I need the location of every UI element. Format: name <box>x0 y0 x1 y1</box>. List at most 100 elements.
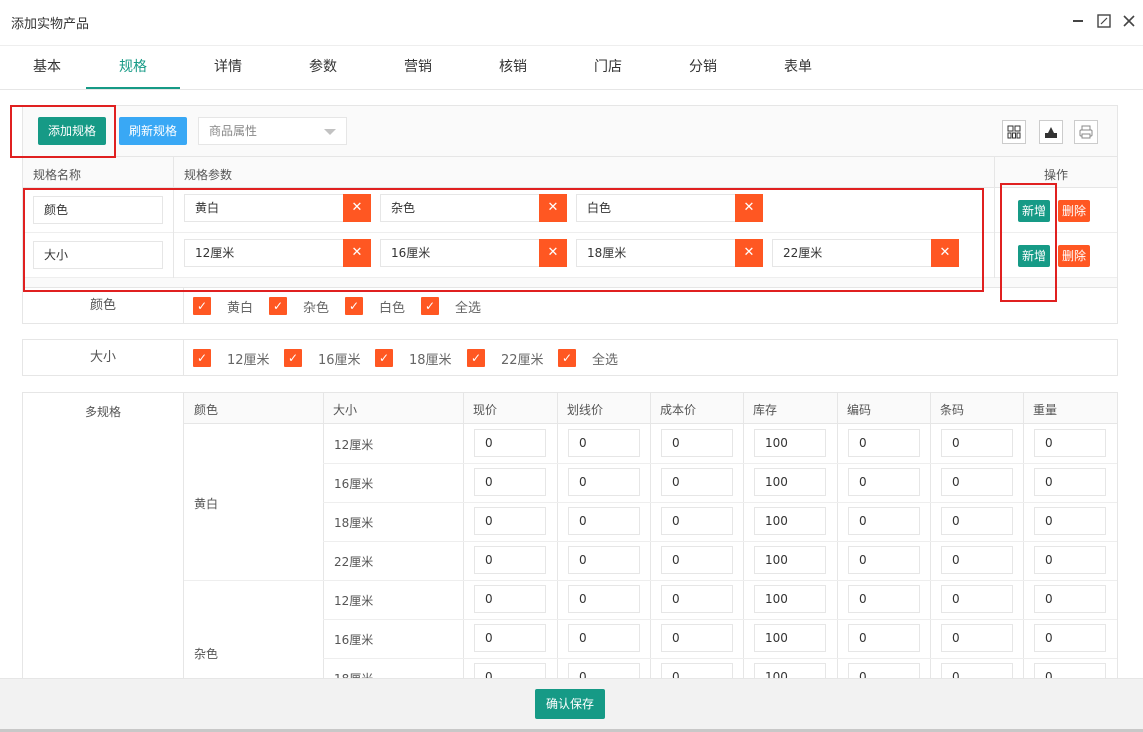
price-input[interactable]: 0 <box>941 507 1013 535</box>
close-icon[interactable] <box>1120 12 1138 30</box>
price-input[interactable]: 0 <box>941 663 1013 678</box>
checkbox-option[interactable]: ✓ 全选 <box>421 297 481 316</box>
price-input[interactable]: 0 <box>941 624 1013 652</box>
remove-param-icon[interactable]: ✕ <box>343 239 371 267</box>
spec-name-input[interactable]: 大小 <box>33 241 163 269</box>
price-input[interactable]: 0 <box>848 546 920 574</box>
minimize-icon[interactable] <box>1069 12 1087 30</box>
price-input[interactable]: 100 <box>754 663 826 678</box>
price-input[interactable]: 0 <box>1034 585 1106 613</box>
price-input[interactable]: 0 <box>568 585 640 613</box>
price-input[interactable]: 100 <box>754 546 826 574</box>
spec-table: 规格名称 规格参数 操作 颜色 新增 删除 黄白 ✕ 杂色 ✕ 白色 ✕ 大小 新增 删除… <box>23 156 1117 278</box>
spec-param-input[interactable]: 22厘米 ✕ <box>772 239 959 267</box>
price-input[interactable]: 0 <box>941 429 1013 457</box>
price-input[interactable]: 0 <box>474 507 546 535</box>
price-input[interactable]: 0 <box>1034 546 1106 574</box>
price-input[interactable]: 0 <box>848 468 920 496</box>
checkbox-option[interactable]: ✓ 杂色 <box>269 297 329 316</box>
price-input[interactable]: 0 <box>474 546 546 574</box>
price-input[interactable]: 0 <box>474 468 546 496</box>
remove-param-icon[interactable]: ✕ <box>931 239 959 267</box>
price-input[interactable]: 100 <box>754 624 826 652</box>
tab-8[interactable]: 表单 <box>751 46 845 89</box>
checkbox-option[interactable]: ✓ 22厘米 <box>467 349 544 368</box>
price-input[interactable]: 0 <box>568 507 640 535</box>
price-input[interactable]: 0 <box>474 585 546 613</box>
add-spec-button[interactable]: 添加规格 <box>38 117 107 145</box>
spec-param-input[interactable]: 黄白 ✕ <box>184 194 371 222</box>
checkbox-option[interactable]: ✓ 黄白 <box>193 297 253 316</box>
price-input[interactable]: 100 <box>754 429 826 457</box>
print-icon[interactable] <box>1074 120 1098 144</box>
delete-spec-button[interactable]: 删除 <box>1058 245 1091 267</box>
tab-3[interactable]: 参数 <box>276 46 370 89</box>
tab-5[interactable]: 核销 <box>466 46 560 89</box>
price-input[interactable]: 0 <box>1034 624 1106 652</box>
price-input[interactable]: 0 <box>568 468 640 496</box>
spec-param-input[interactable]: 18厘米 ✕ <box>576 239 763 267</box>
price-input[interactable]: 0 <box>568 429 640 457</box>
tab-6[interactable]: 门店 <box>561 46 655 89</box>
remove-param-icon[interactable]: ✕ <box>539 239 567 267</box>
checkbox-label: 12厘米 <box>227 352 270 368</box>
checkbox-option[interactable]: ✓ 12厘米 <box>193 349 270 368</box>
price-input[interactable]: 0 <box>848 507 920 535</box>
spec-param-input[interactable]: 12厘米 ✕ <box>184 239 371 267</box>
tab-1[interactable]: 规格 <box>86 46 180 89</box>
price-input[interactable]: 100 <box>754 468 826 496</box>
price-input[interactable]: 0 <box>568 663 640 678</box>
add-param-button[interactable]: 新增 <box>1018 245 1051 267</box>
price-input[interactable]: 0 <box>848 429 920 457</box>
spec-name-input[interactable]: 颜色 <box>33 196 163 224</box>
price-input[interactable]: 0 <box>474 663 546 678</box>
export-icon[interactable] <box>1039 120 1063 144</box>
spec-param-input[interactable]: 杂色 ✕ <box>380 194 567 222</box>
price-input[interactable]: 0 <box>941 546 1013 574</box>
tab-7[interactable]: 分销 <box>656 46 750 89</box>
tab-0[interactable]: 基本 <box>0 46 94 89</box>
price-input[interactable]: 0 <box>941 468 1013 496</box>
tab-4[interactable]: 营销 <box>371 46 465 89</box>
price-input[interactable]: 0 <box>661 585 733 613</box>
price-input[interactable]: 0 <box>661 663 733 678</box>
remove-param-icon[interactable]: ✕ <box>735 239 763 267</box>
add-param-button[interactable]: 新增 <box>1018 200 1051 222</box>
price-input[interactable]: 100 <box>754 507 826 535</box>
checkbox-option[interactable]: ✓ 全选 <box>558 349 618 368</box>
price-input[interactable]: 0 <box>1034 468 1106 496</box>
price-input[interactable]: 0 <box>848 624 920 652</box>
price-input[interactable]: 0 <box>1034 507 1106 535</box>
maximize-icon[interactable] <box>1095 12 1113 30</box>
price-input[interactable]: 0 <box>941 585 1013 613</box>
price-input[interactable]: 0 <box>661 429 733 457</box>
checkbox-option[interactable]: ✓ 16厘米 <box>284 349 361 368</box>
price-input[interactable]: 0 <box>568 624 640 652</box>
price-input[interactable]: 0 <box>661 624 733 652</box>
spec-param-input[interactable]: 16厘米 ✕ <box>380 239 567 267</box>
checkbox-option[interactable]: ✓ 白色 <box>345 297 405 316</box>
column-header: 划线价 <box>567 403 604 417</box>
spec-param-input[interactable]: 白色 ✕ <box>576 194 763 222</box>
checkbox-option[interactable]: ✓ 18厘米 <box>375 349 452 368</box>
tab-2[interactable]: 详情 <box>181 46 275 89</box>
price-input[interactable]: 0 <box>848 663 920 678</box>
price-input[interactable]: 0 <box>568 546 640 574</box>
price-input[interactable]: 0 <box>474 429 546 457</box>
price-input[interactable]: 0 <box>1034 663 1106 678</box>
delete-spec-button[interactable]: 删除 <box>1058 200 1091 222</box>
price-input[interactable]: 0 <box>1034 429 1106 457</box>
price-input[interactable]: 0 <box>661 546 733 574</box>
price-input[interactable]: 0 <box>661 507 733 535</box>
attribute-select[interactable]: 商品属性 <box>198 117 347 145</box>
refresh-spec-button[interactable]: 刷新规格 <box>119 117 188 145</box>
price-input[interactable]: 0 <box>848 585 920 613</box>
remove-param-icon[interactable]: ✕ <box>539 194 567 222</box>
confirm-save-button[interactable]: 确认保存 <box>535 689 605 719</box>
remove-param-icon[interactable]: ✕ <box>343 194 371 222</box>
price-input[interactable]: 100 <box>754 585 826 613</box>
price-input[interactable]: 0 <box>661 468 733 496</box>
remove-param-icon[interactable]: ✕ <box>735 194 763 222</box>
columns-icon[interactable] <box>1002 120 1026 144</box>
price-input[interactable]: 0 <box>474 624 546 652</box>
